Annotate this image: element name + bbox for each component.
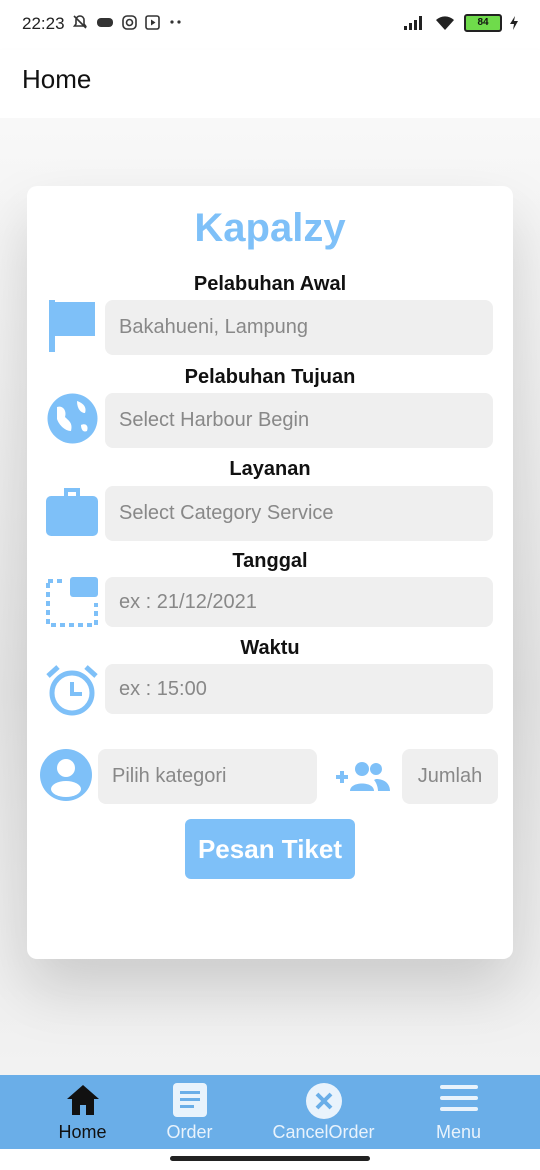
battery-indicator: 84 — [464, 14, 502, 32]
alarm-clock-icon — [46, 665, 98, 716]
nav-label-order: Order — [166, 1122, 213, 1142]
home-icon — [66, 1085, 99, 1115]
globe-icon — [47, 393, 98, 444]
mute-notification-icon — [72, 15, 88, 29]
youtube-icon — [145, 14, 160, 30]
signal-icon — [404, 16, 422, 30]
passenger-category-select[interactable]: Pilih kategori — [98, 749, 317, 804]
destination-select[interactable]: Select Harbour Begin — [105, 393, 493, 448]
nav-label-cancel-order: CancelOrder — [272, 1122, 375, 1142]
order-ticket-button[interactable]: Pesan Tiket — [185, 819, 355, 879]
origin-input[interactable]: Bakahueni, Lampung — [105, 300, 493, 355]
home-indicator[interactable] — [170, 1156, 370, 1161]
instagram-icon — [122, 14, 137, 30]
destination-label: Pelabuhan Tujuan — [184, 366, 356, 388]
briefcase-icon — [46, 488, 98, 536]
notification-icons — [72, 14, 184, 30]
bottom-navigation: Home Order CancelOrder Menu — [0, 1075, 540, 1149]
nav-item-order[interactable]: Order — [122, 1075, 257, 1149]
user-icon — [40, 749, 92, 801]
page-title: Home — [22, 64, 92, 94]
add-group-icon[interactable] — [336, 761, 390, 793]
nav-label-menu: Menu — [435, 1122, 482, 1142]
menu-icon — [439, 1085, 478, 1111]
wifi-icon — [436, 16, 454, 30]
flag-icon — [49, 300, 95, 352]
app-bar: Home — [0, 50, 540, 118]
more-dots-icon — [170, 20, 181, 24]
quantity-input[interactable]: Jumlah — [402, 749, 498, 804]
service-select[interactable]: Select Category Service — [105, 486, 493, 541]
brand-title: Kapalzy — [194, 206, 346, 250]
status-bar: 22:23 84 — [0, 0, 540, 50]
system-icons: 84 — [404, 14, 518, 32]
service-label: Layanan — [229, 458, 311, 480]
nav-item-menu[interactable]: Menu — [391, 1075, 526, 1149]
origin-label: Pelabuhan Awal — [193, 273, 347, 295]
date-label: Tanggal — [232, 550, 308, 572]
game-icon — [97, 18, 113, 27]
nav-item-cancel-order[interactable]: CancelOrder — [256, 1075, 391, 1149]
charging-icon — [510, 16, 518, 30]
order-icon — [172, 1083, 207, 1117]
calendar-icon — [46, 577, 98, 627]
date-input[interactable]: ex : 21/12/2021 — [105, 577, 493, 627]
booking-card: Kapalzy Pelabuhan Awal Bakahueni, Lampun… — [27, 186, 513, 959]
time-label: Waktu — [240, 637, 300, 659]
cancel-icon — [305, 1083, 342, 1119]
time-input[interactable]: ex : 15:00 — [105, 664, 493, 714]
status-time: 22:23 — [22, 14, 65, 33]
